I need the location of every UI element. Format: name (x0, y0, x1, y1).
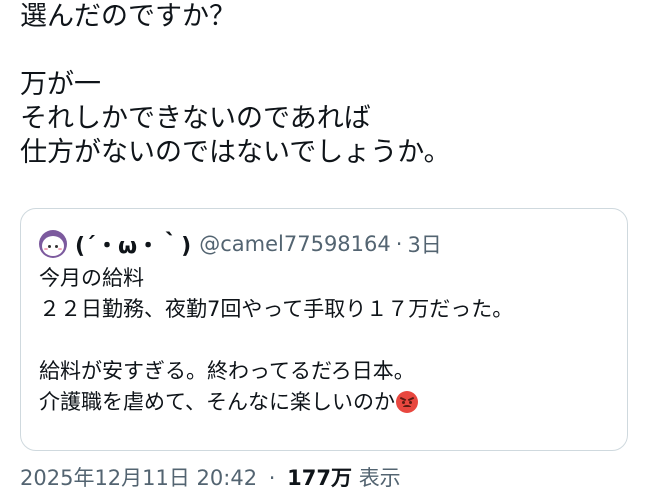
quoted-post-header: (´・ω・｀) @camel77598164 · 3日 (39, 229, 442, 259)
quoted-text-line-with-emoji: 介護職を虐めて、そんなに楽しいのか (39, 387, 614, 418)
post-text-line: 万が一 (20, 69, 101, 100)
meta-separator: · (268, 466, 276, 490)
quoted-post-card[interactable]: (´・ω・｀) @camel77598164 · 3日 今月の給料 ２２日勤務、… (20, 208, 628, 451)
views-label: 表示 (358, 466, 401, 490)
quoted-post-time[interactable]: 3日 (407, 229, 441, 259)
quoted-text-line: 介護職を虐めて、そんなに楽しいのか (39, 390, 395, 414)
cartoon-face-avatar-icon[interactable] (39, 230, 67, 258)
post-text-line: 選んだのですか？ (20, 1, 236, 32)
post-meta-row: 2025年12月11日 20:42 · 177万 表示 (20, 462, 401, 492)
angry-face-emoji-icon (395, 391, 418, 413)
post-text-blank-line (20, 34, 630, 68)
header-separator: · (395, 232, 403, 256)
post-text: 選んだのですか？ 万が一 それしかできないのであれば 仕方がないのではないでしょ… (20, 0, 630, 170)
quoted-post-text: 今月の給料 ２２日勤務、夜勤7回やって手取り１７万だった。 給料が安すぎる。終わ… (39, 263, 614, 418)
post-timestamp[interactable]: 2025年12月11日 20:42 (20, 466, 257, 490)
quoted-author-handle[interactable]: @camel77598164 (199, 232, 391, 256)
quoted-text-line: 今月の給料 (39, 266, 144, 290)
post-text-line: それしかできないのであれば (20, 103, 371, 134)
quoted-text-blank-line (39, 325, 614, 356)
quoted-text-line: 給料が安すぎる。終わってるだろ日本。 (39, 359, 415, 383)
quoted-author-display-name[interactable]: (´・ω・｀) (75, 228, 191, 260)
quoted-text-line: ２２日勤務、夜勤7回やって手取り１７万だった。 (39, 297, 514, 321)
views-count: 177万 (287, 466, 352, 490)
post-text-line: 仕方がないのではないでしょうか。 (20, 137, 451, 168)
